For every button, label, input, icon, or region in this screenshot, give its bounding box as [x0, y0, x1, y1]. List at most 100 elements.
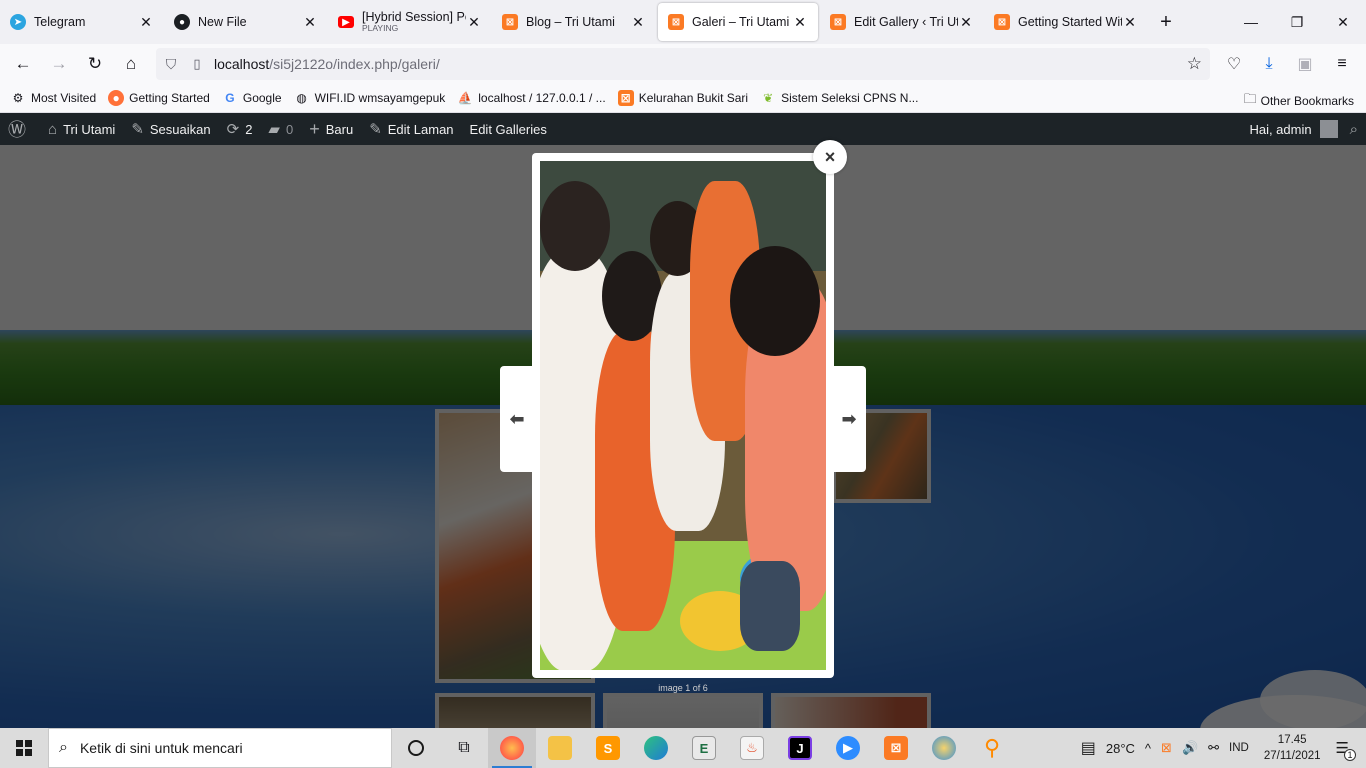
close-icon[interactable]: ✕ — [302, 14, 318, 30]
taskbar-file-explorer[interactable] — [536, 728, 584, 768]
menu-icon[interactable]: ≡ — [1325, 44, 1359, 84]
page-viewport: Ⓦ ⌂ Tri Utami ✎ Sesuaikan ⟳ 2 ▰ 0 + Baru… — [0, 113, 1366, 728]
taskbar-edge[interactable] — [632, 728, 680, 768]
url-text[interactable]: localhost/si5j2122o/index.php/galeri/ — [214, 56, 440, 72]
tab-getting-started[interactable]: ⊠ Getting Started With ✕ — [984, 2, 1148, 42]
reload-button[interactable]: ↻ — [78, 48, 112, 80]
taskbar-xampp[interactable]: ⊠ — [872, 728, 920, 768]
xampp-icon: ⊠ — [994, 14, 1010, 30]
avatar[interactable] — [1319, 120, 1338, 138]
notification-badge: 1 — [1344, 749, 1356, 761]
taskbar-excel-app[interactable]: E — [680, 728, 728, 768]
taskbar-paint[interactable] — [920, 728, 968, 768]
downloads-icon[interactable]: ⤓ — [1252, 44, 1286, 84]
minimize-button[interactable]: — — [1228, 0, 1274, 44]
tab-telegram[interactable]: ➤ Telegram ✕ — [0, 2, 164, 42]
weather-temperature[interactable]: 28°C — [1101, 741, 1140, 756]
taskbar-firefox[interactable] — [488, 728, 536, 768]
tab-galeri[interactable]: ⊠ Galeri – Tri Utami ✕ — [658, 3, 818, 41]
bookmark-label: Most Visited — [31, 91, 97, 105]
taskbar-search-box[interactable]: ⌕ Ketik di sini untuk mencari — [48, 728, 392, 768]
taskbar-search-app[interactable]: ⚲ — [968, 728, 1016, 768]
google-icon: G — [225, 91, 235, 105]
clock[interactable]: 17.45 27/11/2021 — [1254, 732, 1331, 764]
bookmark-label: WIFI.ID wmsayamgepuk — [314, 91, 446, 105]
taskbar-zoom[interactable]: ▶ — [824, 728, 872, 768]
sublime-icon: S — [596, 736, 620, 760]
close-icon[interactable]: ✕ — [1122, 14, 1138, 30]
cortana-button[interactable] — [392, 728, 440, 768]
start-button[interactable] — [0, 728, 48, 768]
lightbox-close-button[interactable]: × — [813, 140, 847, 174]
taskbar-sublime[interactable]: S — [584, 728, 632, 768]
edit-page-link[interactable]: ✎ Edit Laman — [361, 113, 461, 145]
close-window-button[interactable]: ✕ — [1320, 0, 1366, 44]
tab-youtube[interactable]: ▶ [Hybrid Session] Per PLAYING ✕ — [328, 2, 492, 42]
home-button[interactable]: ⌂ — [114, 48, 148, 80]
close-icon[interactable]: ✕ — [958, 14, 974, 30]
extension-icon[interactable]: ▣ — [1288, 44, 1322, 84]
task-view-button[interactable]: ⧉ — [440, 728, 488, 768]
search-icon[interactable]: ⌕ — [1350, 121, 1358, 138]
site-name-link[interactable]: ⌂ Tri Utami — [40, 113, 123, 145]
spreadsheet-icon: E — [692, 736, 716, 760]
lightbox-next-button[interactable]: ➡ — [832, 366, 866, 472]
xampp-tray-icon[interactable]: ⊠ — [1156, 740, 1177, 756]
chevron-up-icon[interactable]: ^ — [1140, 741, 1156, 756]
bookmark-most-visited[interactable]: ⚙ Most Visited — [10, 90, 97, 106]
new-tab-button[interactable]: + — [1148, 0, 1184, 44]
other-bookmarks[interactable]: 🗀 Other Bookmarks — [1244, 90, 1354, 112]
url-path: /si5j2122o/index.php/galeri/ — [269, 56, 440, 72]
admin-greeting[interactable]: Hai, admin — [1249, 122, 1311, 137]
photo-child-head — [730, 246, 820, 356]
taskbar-java[interactable]: ♨ — [728, 728, 776, 768]
pocket-icon[interactable]: ♡ — [1217, 44, 1251, 84]
bookmark-google[interactable]: G Google — [222, 90, 281, 106]
volume-icon[interactable]: 🔊 — [1177, 740, 1203, 756]
close-icon[interactable]: ✕ — [466, 14, 482, 30]
customize-link[interactable]: ✎ Sesuaikan — [123, 113, 218, 145]
lightbox-prev-button[interactable]: ⬅ — [500, 366, 534, 472]
forward-button[interactable]: → — [42, 48, 76, 80]
bookmark-kelurahan[interactable]: ⊠ Kelurahan Bukit Sari — [617, 90, 748, 106]
folder-icon: 🗀 — [1243, 91, 1257, 106]
notification-center-button[interactable]: ☰ 1 — [1331, 739, 1356, 761]
arrow-left-icon: ⬅ — [509, 408, 525, 429]
bookmark-star-icon[interactable]: ☆ — [1187, 54, 1202, 74]
lightbox-frame — [532, 153, 834, 678]
navigation-toolbar: ← → ↻ ⌂ ⛉ ▯ localhost/si5j2122o/index.ph… — [0, 44, 1366, 84]
restore-button[interactable]: ❐ — [1274, 0, 1320, 44]
gear-icon: ⚙ — [12, 91, 24, 105]
bookmark-wifi-id[interactable]: ◍ WIFI.ID wmsayamgepuk — [294, 90, 446, 106]
phpmyadmin-icon: ⛵ — [457, 91, 473, 105]
xampp-icon: ⊠ — [617, 90, 634, 106]
folder-icon — [548, 736, 572, 760]
new-content-link[interactable]: + Baru — [301, 113, 361, 145]
tab-new-file[interactable]: ● New File ✕ — [164, 2, 328, 42]
network-icon[interactable]: ⚯ — [1203, 740, 1224, 756]
tab-edit-gallery[interactable]: ⊠ Edit Gallery ‹ Tri Utar ✕ — [820, 2, 984, 42]
bookmark-phpmyadmin[interactable]: ⛵ localhost / 127.0.0.1 / ... — [457, 90, 606, 106]
bookmark-getting-started[interactable]: ● Getting Started — [108, 90, 210, 106]
bookmark-cpns[interactable]: ❦ Sistem Seleksi CPNS N... — [760, 90, 918, 106]
close-icon[interactable]: ✕ — [792, 14, 808, 30]
updates-link[interactable]: ⟳ 2 — [219, 113, 261, 145]
wordpress-logo-button[interactable]: Ⓦ — [0, 113, 40, 145]
tab-blog[interactable]: ⊠ Blog – Tri Utami ✕ — [492, 2, 656, 42]
back-button[interactable]: ← — [6, 48, 40, 80]
taskbar-jetbrains[interactable]: J — [776, 728, 824, 768]
page-info-icon[interactable]: ▯ — [186, 56, 208, 72]
edit-page-label: Edit Laman — [387, 121, 454, 137]
tab-playing-status: PLAYING — [362, 23, 399, 33]
lightbox-image — [540, 161, 826, 670]
edit-galleries-link[interactable]: Edit Galleries — [462, 113, 555, 145]
wp-admin-bar-right: Hai, admin ⌕ — [1249, 113, 1366, 145]
tracking-protection-icon[interactable]: ⛉ — [156, 56, 186, 73]
input-language[interactable]: IND — [1224, 742, 1254, 754]
close-icon[interactable]: ✕ — [630, 14, 646, 30]
comments-link[interactable]: ▰ 0 — [260, 113, 301, 145]
wp-admin-bar: Ⓦ ⌂ Tri Utami ✎ Sesuaikan ⟳ 2 ▰ 0 + Baru… — [0, 113, 1366, 145]
weather-icon[interactable]: ▤ — [1076, 738, 1101, 758]
address-bar[interactable]: ⛉ ▯ localhost/si5j2122o/index.php/galeri… — [156, 48, 1210, 80]
close-icon[interactable]: ✕ — [138, 14, 154, 30]
